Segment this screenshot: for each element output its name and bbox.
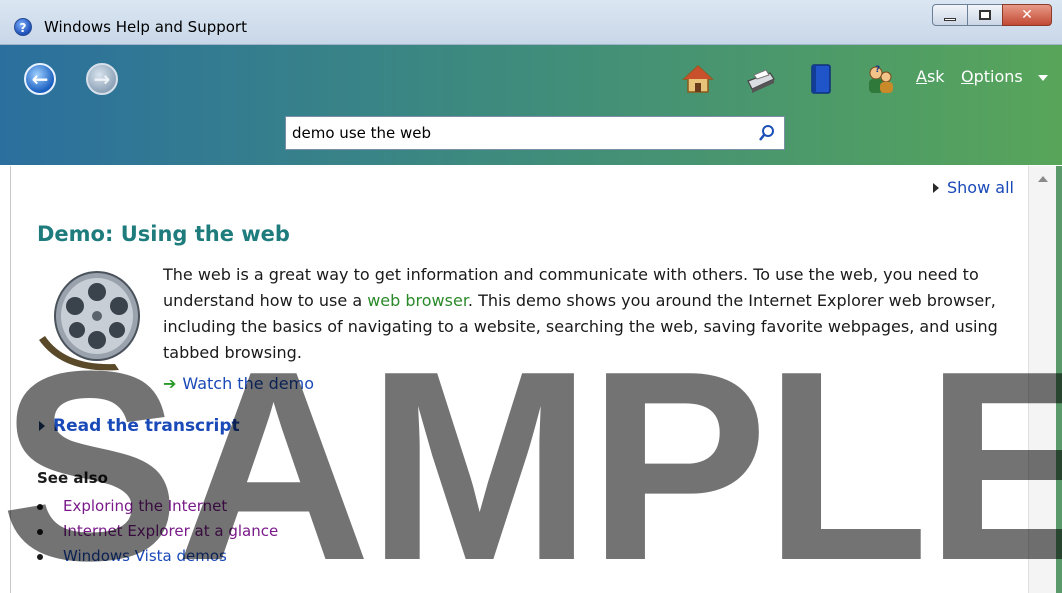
home-icon[interactable] (682, 63, 714, 95)
help-content: Show all Demo: Using the web The web is … (10, 166, 1025, 593)
minimize-icon (944, 17, 956, 21)
bullet-icon (37, 553, 43, 560)
close-button[interactable]: ✕ (1002, 4, 1052, 26)
bullet-icon (37, 528, 43, 535)
help-toolbar: ← → ? Ask Options (0, 45, 1062, 165)
demo-description: The web is a great way to get informatio… (163, 262, 1013, 366)
list-item: Windows Vista demos (37, 544, 278, 569)
window-controls: ✕ (932, 4, 1052, 26)
read-transcript-label: Read the transcript (53, 416, 240, 436)
window-frame-edge (1056, 166, 1062, 593)
help-app-icon: ? (14, 18, 32, 36)
vertical-scrollbar[interactable] (1028, 166, 1057, 593)
search-box (285, 116, 785, 150)
maximize-button[interactable] (967, 4, 1003, 26)
scroll-up-arrow-icon[interactable] (1038, 176, 1048, 182)
ask-people-icon[interactable]: ? (864, 63, 896, 95)
expand-arrow-icon (39, 421, 45, 431)
ask-label-rest: sk (926, 67, 945, 86)
options-menu[interactable]: Options (961, 67, 1023, 86)
forward-button[interactable]: → (86, 63, 118, 95)
ie-at-a-glance-link[interactable]: Internet Explorer at a glance (63, 519, 278, 544)
read-transcript-toggle[interactable]: Read the transcript (39, 416, 240, 436)
show-all-link[interactable]: Show all (933, 178, 1014, 197)
browse-help-icon[interactable] (804, 63, 836, 95)
list-item: Exploring the Internet (37, 494, 278, 519)
maximize-icon (979, 10, 991, 20)
back-button[interactable]: ← (24, 63, 56, 95)
minimize-button[interactable] (932, 4, 968, 26)
expand-arrow-icon (933, 182, 939, 193)
vista-demos-link[interactable]: Windows Vista demos (63, 544, 227, 569)
exploring-internet-link[interactable]: Exploring the Internet (63, 494, 227, 519)
page-title: Demo: Using the web (37, 222, 290, 246)
film-reel-icon (39, 271, 140, 371)
search-icon[interactable] (758, 124, 776, 142)
show-all-label: Show all (947, 178, 1014, 197)
watch-demo-label: Watch the demo (182, 374, 315, 393)
print-icon[interactable] (744, 63, 776, 95)
title-bar[interactable]: ? Windows Help and Support ✕ (0, 0, 1062, 45)
see-also-heading: See also (37, 469, 108, 487)
search-input[interactable] (292, 122, 752, 144)
green-arrow-icon: ➔ (163, 374, 177, 393)
web-browser-link[interactable]: web browser (367, 291, 468, 310)
chevron-down-icon[interactable] (1038, 75, 1048, 81)
svg-text:?: ? (875, 65, 880, 75)
options-accelerator: O (961, 67, 974, 86)
watch-demo-link[interactable]: ➔ Watch the demo (163, 374, 314, 393)
bullet-icon (37, 503, 43, 510)
help-window: ? Windows Help and Support ✕ ← → ? Ask O… (0, 0, 1062, 593)
ask-link[interactable]: Ask (916, 67, 945, 86)
see-also-list: Exploring the Internet Internet Explorer… (37, 494, 278, 569)
ask-accelerator: A (916, 67, 927, 86)
close-icon: ✕ (1021, 7, 1033, 23)
list-item: Internet Explorer at a glance (37, 519, 278, 544)
options-label-rest: ptions (973, 67, 1023, 86)
window-title: Windows Help and Support (44, 18, 247, 36)
